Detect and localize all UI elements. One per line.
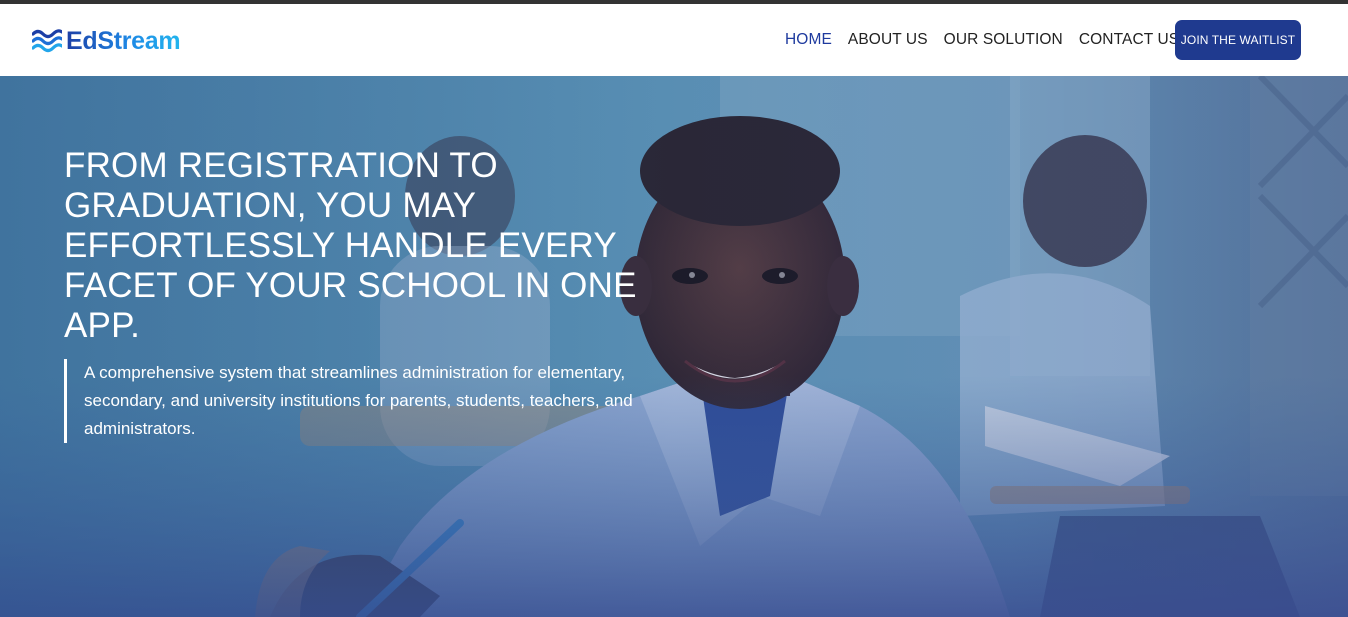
join-waitlist-button[interactable]: JOIN THE WAITLIST — [1175, 20, 1301, 60]
nav-home[interactable]: HOME — [785, 28, 832, 52]
navbar: EdStream HOME ABOUT US OUR SOLUTION CONT… — [0, 4, 1348, 76]
main-nav: HOME ABOUT US OUR SOLUTION CONTACT US — [785, 28, 1195, 52]
hero-section: FROM REGISTRATION TO GRADUATION, YOU MAY… — [0, 76, 1348, 617]
brand-logo[interactable]: EdStream — [32, 26, 181, 56]
hero-description: A comprehensive system that streamlines … — [64, 359, 674, 443]
waves-icon — [32, 29, 62, 53]
brand-name: EdStream — [66, 26, 181, 55]
hero-title: FROM REGISTRATION TO GRADUATION, YOU MAY… — [64, 146, 637, 345]
nav-our-solution[interactable]: OUR SOLUTION — [944, 28, 1063, 52]
nav-contact-us[interactable]: CONTACT US — [1079, 28, 1179, 52]
nav-about-us[interactable]: ABOUT US — [848, 28, 928, 52]
